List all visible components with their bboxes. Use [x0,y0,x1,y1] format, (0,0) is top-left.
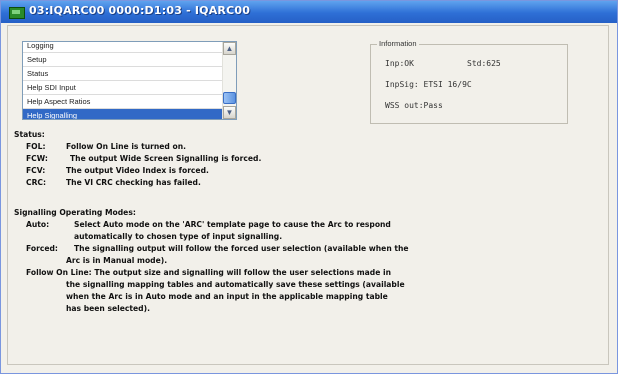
list-item[interactable]: Help SDI Input [23,81,223,95]
list-items: Logging Setup Status Help SDI Input Help… [23,42,223,119]
status-heading: Status: [14,130,45,139]
help-topic-list[interactable]: Logging Setup Status Help SDI Input Help… [22,41,237,120]
status-text: The output Video Index is forced. [66,166,209,175]
app-window: 03:IQARC00 0000:D1:03 - IQARC00 Logging … [0,0,618,374]
status-key: FCW: [26,154,48,163]
wss-output-status: WSS out:Pass [385,101,443,110]
input-status: Inp:OK [385,59,414,68]
auto-text: Select Auto mode on the 'ARC' template p… [74,220,391,229]
auto-text: automatically to chosen type of input si… [74,232,283,241]
status-key: CRC: [26,178,47,187]
list-item[interactable]: Status [23,67,223,81]
chevron-down-icon[interactable]: ▼ [223,106,236,119]
forced-key: Forced: [26,244,58,253]
auto-key: Auto: [26,220,50,229]
list-item-selected[interactable]: Help Signalling [23,109,223,119]
scroll-thumb[interactable] [223,92,236,104]
follow-on-line-text: Follow On Line: The output size and sign… [26,268,392,277]
input-signalling-status: InpSig: ETSI 16/9C [385,80,472,89]
follow-on-line-text: when the Arc is in Auto mode and an inpu… [66,292,388,301]
chevron-up-icon[interactable]: ▲ [223,42,236,55]
modes-heading: Signalling Operating Modes: [14,208,136,217]
forced-text: The signalling output will follow the fo… [74,244,409,253]
status-text: The VI CRC checking has failed. [66,178,201,187]
status-key: FCV: [26,166,46,175]
list-scrollbar[interactable]: ▲ ▼ [222,42,236,119]
follow-on-line-text: has been selected). [66,304,150,313]
title-bar[interactable]: 03:IQARC00 0000:D1:03 - IQARC00 [1,1,617,23]
status-text: Follow On Line is turned on. [66,142,187,151]
standard-status: Std:625 [467,59,501,68]
status-key: FOL: [26,142,46,151]
window-title: 03:IQARC00 0000:D1:03 - IQARC00 [29,4,251,17]
list-item[interactable]: Help Aspect Ratios [23,95,223,109]
help-panel: Logging Setup Status Help SDI Input Help… [7,25,609,365]
list-item[interactable]: Logging [23,42,223,53]
follow-on-line-text: the signalling mapping tables and automa… [66,280,405,289]
information-group: Information Inp:OK Std:625 InpSig: ETSI … [370,39,568,124]
list-item[interactable]: Setup [23,53,223,67]
status-text: The output Wide Screen Signalling is for… [70,154,262,163]
information-legend: Information [377,39,419,48]
app-window-icon [9,7,25,19]
forced-text: Arc is in Manual mode). [66,256,168,265]
